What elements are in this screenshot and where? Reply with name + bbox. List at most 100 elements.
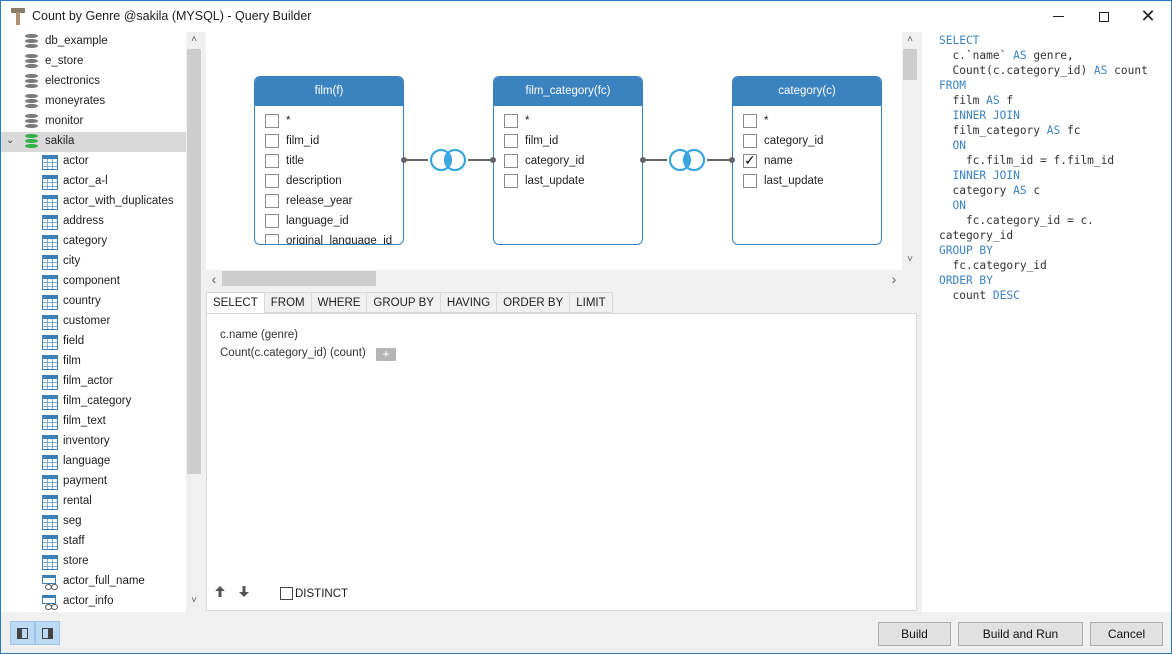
move-up-button[interactable] [215,586,225,600]
scroll-up-icon[interactable]: ˄ [902,34,918,45]
tab-from[interactable]: FROM [264,292,312,313]
table-box-film[interactable]: film(f) * film_id title description release_… [254,76,404,245]
cancel-button[interactable]: Cancel [1090,622,1163,646]
table-field-row[interactable]: film_id [265,131,403,151]
sql-preview[interactable]: SELECT c.`name` AS genre, Count(c.catego… [922,32,1171,612]
distinct-checkbox-box[interactable] [280,587,293,600]
tab-where[interactable]: WHERE [311,292,368,313]
tree-item-view[interactable]: actor_info [1,592,186,612]
field-checkbox[interactable] [743,152,757,169]
tree-item-table[interactable]: seg [1,512,186,532]
tree-item-table[interactable]: address [1,212,186,232]
table-field-row[interactable]: category_id [743,131,881,151]
tree-item-table[interactable]: category [1,232,186,252]
field-checkbox[interactable] [504,174,518,188]
scroll-down-icon[interactable]: ˅ [902,254,918,265]
toggle-right-panel-button[interactable] [35,621,60,645]
table-field-row[interactable]: language_id [265,211,403,231]
move-down-button[interactable] [239,586,249,600]
scroll-up-icon[interactable]: ˄ [186,34,202,45]
tree-item-table[interactable]: staff [1,532,186,552]
minimize-button[interactable] [1035,1,1081,32]
table-field-row[interactable]: * [504,111,642,131]
tree-item-table[interactable]: country [1,292,186,312]
field-checkbox[interactable] [265,174,279,188]
field-checkbox[interactable] [265,214,279,228]
tree-item-table[interactable]: store [1,552,186,572]
table-box-film-category[interactable]: film_category(fc) * film_id category_id las… [493,76,643,245]
tree-scrollbar[interactable]: ˄ ˅ [186,32,202,612]
toggle-left-panel-button[interactable] [10,621,35,645]
tab-limit[interactable]: LIMIT [570,292,613,313]
tree-item-database[interactable]: e_store [1,52,186,72]
tree-item-table[interactable]: payment [1,472,186,492]
tab-having[interactable]: HAVING [440,292,498,313]
field-checkbox[interactable] [265,194,279,208]
build-and-run-button[interactable]: Build and Run [958,622,1083,646]
chevron-down-icon[interactable]: ⌄ [6,135,14,146]
table-field-row[interactable]: * [265,111,403,131]
diagram-hscroll-thumb[interactable] [222,271,376,286]
inner-join-icon[interactable] [426,148,470,172]
table-box-title[interactable]: film(f) [255,77,403,106]
field-checkbox[interactable] [743,114,757,128]
close-button[interactable]: ✕ [1125,1,1171,32]
field-checkbox[interactable] [265,154,279,168]
tree-item-table[interactable]: film_category [1,392,186,412]
field-checkbox[interactable] [504,154,518,168]
tree-item-database[interactable]: monitor [1,112,186,132]
table-field-row[interactable]: last_update [504,171,642,191]
tree-item-table[interactable]: actor_with_duplicates [1,192,186,212]
tree-item-database[interactable]: db_example [1,32,186,52]
field-checkbox[interactable] [504,114,518,128]
table-field-row[interactable]: title [265,151,403,171]
tree-item-table[interactable]: city [1,252,186,272]
tab-order-by[interactable]: ORDER BY [497,292,571,313]
tab-select[interactable]: SELECT [206,292,265,315]
table-field-row[interactable]: description [265,171,403,191]
tree-item-table[interactable]: actor [1,152,186,172]
tree-item-table[interactable]: actor_a-l [1,172,186,192]
table-field-row[interactable]: release_year [265,191,403,211]
tree-item-database[interactable]: moneyrates [1,92,186,112]
diagram-canvas[interactable]: film(f) * film_id title description release_… [206,32,902,270]
tree-item-table[interactable]: field [1,332,186,352]
tab-group-by[interactable]: GROUP BY [367,292,441,313]
table-field-row[interactable]: film_id [504,131,642,151]
tree-item-table[interactable]: film [1,352,186,372]
tree-item-view[interactable]: actor_full_name [1,572,186,592]
field-checkbox[interactable] [265,114,279,128]
diagram-horizontal-scrollbar[interactable]: ‹ › [206,270,902,287]
diagram-vscroll-thumb[interactable] [903,49,917,80]
table-field-row[interactable]: last_update [743,171,881,191]
tree-item-database[interactable]: ⌄ sakila [1,132,186,152]
select-item-count[interactable]: Count(c.category_id) (count) [220,347,366,359]
tree-item-table[interactable]: component [1,272,186,292]
maximize-button[interactable] [1081,1,1127,32]
diagram-vertical-scrollbar[interactable]: ˄ ˅ [902,32,918,270]
inner-join-icon[interactable] [665,148,709,172]
tree-item-table[interactable]: film_text [1,412,186,432]
distinct-checkbox[interactable]: DISTINCT [280,587,348,600]
table-box-category[interactable]: category(c) * category_idname last_update [732,76,882,245]
build-button[interactable]: Build [878,622,951,646]
scroll-right-icon[interactable]: › [886,271,902,287]
tree-scroll-thumb[interactable] [187,49,201,474]
tree-item-database[interactable]: electronics [1,72,186,92]
table-field-row[interactable]: original_language_id [265,231,403,244]
table-field-row[interactable]: * [743,111,881,131]
field-checkbox[interactable] [743,174,757,188]
scroll-down-icon[interactable]: ˅ [186,595,202,606]
tree-item-table[interactable]: rental [1,492,186,512]
table-field-row[interactable]: category_id [504,151,642,171]
tree-item-table[interactable]: language [1,452,186,472]
field-checkbox[interactable] [265,234,279,244]
field-checkbox[interactable] [504,134,518,148]
table-box-title[interactable]: film_category(fc) [494,77,642,106]
table-box-title[interactable]: category(c) [733,77,881,106]
field-checkbox[interactable] [743,134,757,148]
tree-item-table[interactable]: inventory [1,432,186,452]
tree-item-table[interactable]: customer [1,312,186,332]
scroll-left-icon[interactable]: ‹ [206,271,222,287]
table-field-row[interactable]: name [743,151,881,171]
